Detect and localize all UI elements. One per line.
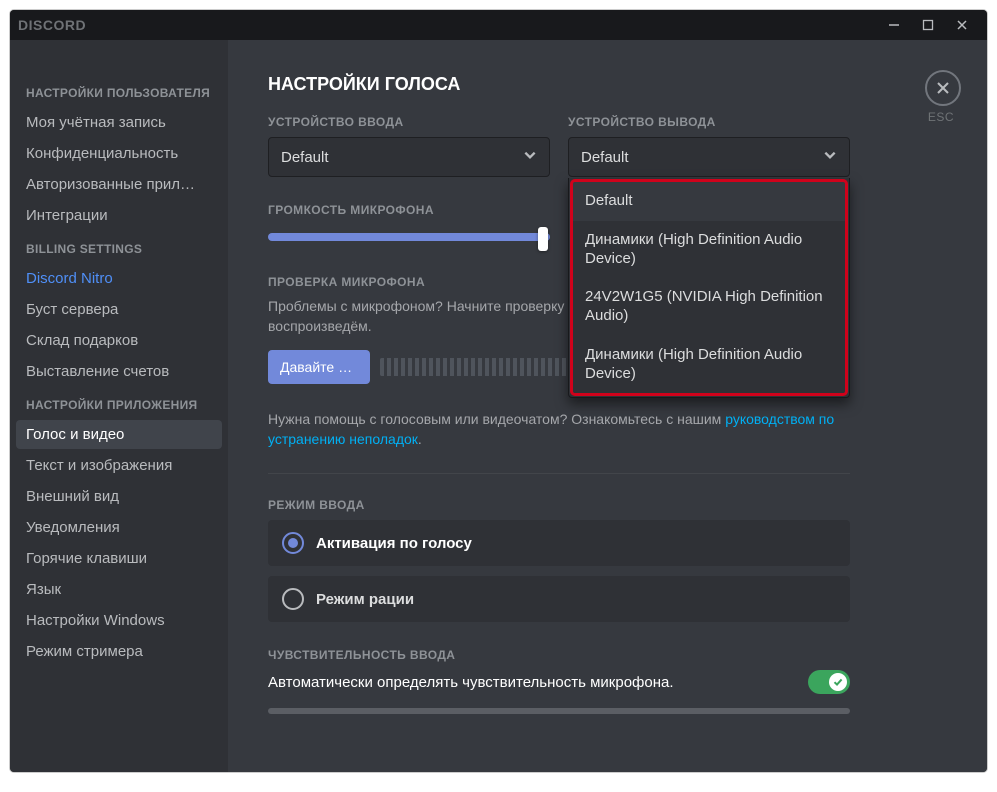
settings-content: ESC НАСТРОЙКИ ГОЛОСА УСТРОЙСТВО ВВОДА De… <box>228 40 987 772</box>
output-device-option[interactable]: 24V2W1G5 (NVIDIA High Definition Audio) <box>573 278 845 336</box>
radio-label: Режим рации <box>316 591 414 608</box>
radio-icon <box>282 532 304 554</box>
radio-push-to-talk[interactable]: Режим рации <box>268 576 850 622</box>
sensitivity-meter <box>268 708 850 714</box>
close-settings-button[interactable] <box>925 70 961 106</box>
input-device-select[interactable]: Default <box>268 137 550 177</box>
sidebar-item-language[interactable]: Язык <box>16 575 222 604</box>
input-device-label: УСТРОЙСТВО ВВОДА <box>268 115 550 129</box>
titlebar: DISCORD <box>10 10 987 40</box>
mic-test-button[interactable]: Давайте пр… <box>268 350 370 384</box>
input-mode-label: РЕЖИМ ВВОДА <box>268 498 850 512</box>
sidebar-item-billing[interactable]: Выставление счетов <box>16 357 222 386</box>
sidebar-item-appearance[interactable]: Внешний вид <box>16 482 222 511</box>
sensitivity-label: ЧУВСТВИТЕЛЬНОСТЬ ВВОДА <box>268 648 850 662</box>
sidebar-section-header: НАСТРОЙКИ ПОЛЬЗОВАТЕЛЯ <box>16 82 222 106</box>
window-close-button[interactable] <box>945 14 979 36</box>
sidebar-item-voice-video[interactable]: Голос и видео <box>16 420 222 449</box>
mic-volume-slider[interactable] <box>268 225 550 249</box>
sidebar-section-header: BILLING SETTINGS <box>16 238 222 262</box>
chevron-down-icon <box>823 148 837 166</box>
chevron-down-icon <box>523 148 537 166</box>
mic-volume-label: ГРОМКОСТЬ МИКРОФОНА <box>268 203 550 217</box>
sidebar-item-server-boost[interactable]: Буст сервера <box>16 295 222 324</box>
radio-label: Активация по голосу <box>316 535 472 552</box>
radio-icon <box>282 588 304 610</box>
sidebar-item-text-images[interactable]: Текст и изображения <box>16 451 222 480</box>
output-device-label: УСТРОЙСТВО ВЫВОДА <box>568 115 850 129</box>
sidebar-item-integrations[interactable]: Интеграции <box>16 201 222 230</box>
auto-sensitivity-switch[interactable] <box>808 670 850 694</box>
sidebar-item-privacy[interactable]: Конфиденциальность <box>16 139 222 168</box>
window-maximize-button[interactable] <box>911 14 945 36</box>
radio-voice-activity[interactable]: Активация по голосу <box>268 520 850 566</box>
divider <box>268 473 850 474</box>
page-title: НАСТРОЙКИ ГОЛОСА <box>268 74 850 95</box>
sidebar-item-notifications[interactable]: Уведомления <box>16 513 222 542</box>
window-minimize-button[interactable] <box>877 14 911 36</box>
output-device-option[interactable]: Динамики (High Definition Audio Device) <box>573 336 845 394</box>
sidebar-item-streamer-mode[interactable]: Режим стримера <box>16 637 222 666</box>
sidebar-item-authorized-apps[interactable]: Авторизованные прил… <box>16 170 222 199</box>
voice-help-text: Нужна помощь с голосовым или видеочатом?… <box>268 410 850 449</box>
sidebar-item-windows-settings[interactable]: Настройки Windows <box>16 606 222 635</box>
sidebar-item-account[interactable]: Моя учётная запись <box>16 108 222 137</box>
input-device-value: Default <box>281 149 329 166</box>
sidebar-item-gift-inventory[interactable]: Склад подарков <box>16 326 222 355</box>
output-device-value: Default <box>581 149 629 166</box>
output-device-dropdown[interactable]: DefaultДинамики (High Definition Audio D… <box>568 178 850 398</box>
app-window: DISCORD НАСТРОЙКИ ПОЛЬЗОВАТЕЛЯМоя учётна… <box>10 10 987 772</box>
output-device-select[interactable]: Default DefaultДинамики (High Definition… <box>568 137 850 177</box>
app-title: DISCORD <box>18 17 86 33</box>
sidebar-section-header: НАСТРОЙКИ ПРИЛОЖЕНИЯ <box>16 394 222 418</box>
output-device-option[interactable]: Динамики (High Definition Audio Device) <box>573 221 845 279</box>
output-device-option[interactable]: Default <box>573 182 845 221</box>
sidebar-item-keybinds[interactable]: Горячие клавиши <box>16 544 222 573</box>
check-icon <box>829 673 847 691</box>
auto-sensitivity-label: Автоматически определять чувствительност… <box>268 674 792 691</box>
sidebar-item-discord-nitro[interactable]: Discord Nitro <box>16 264 222 293</box>
settings-sidebar[interactable]: НАСТРОЙКИ ПОЛЬЗОВАТЕЛЯМоя учётная запись… <box>10 40 228 772</box>
esc-label: ESC <box>928 110 954 124</box>
